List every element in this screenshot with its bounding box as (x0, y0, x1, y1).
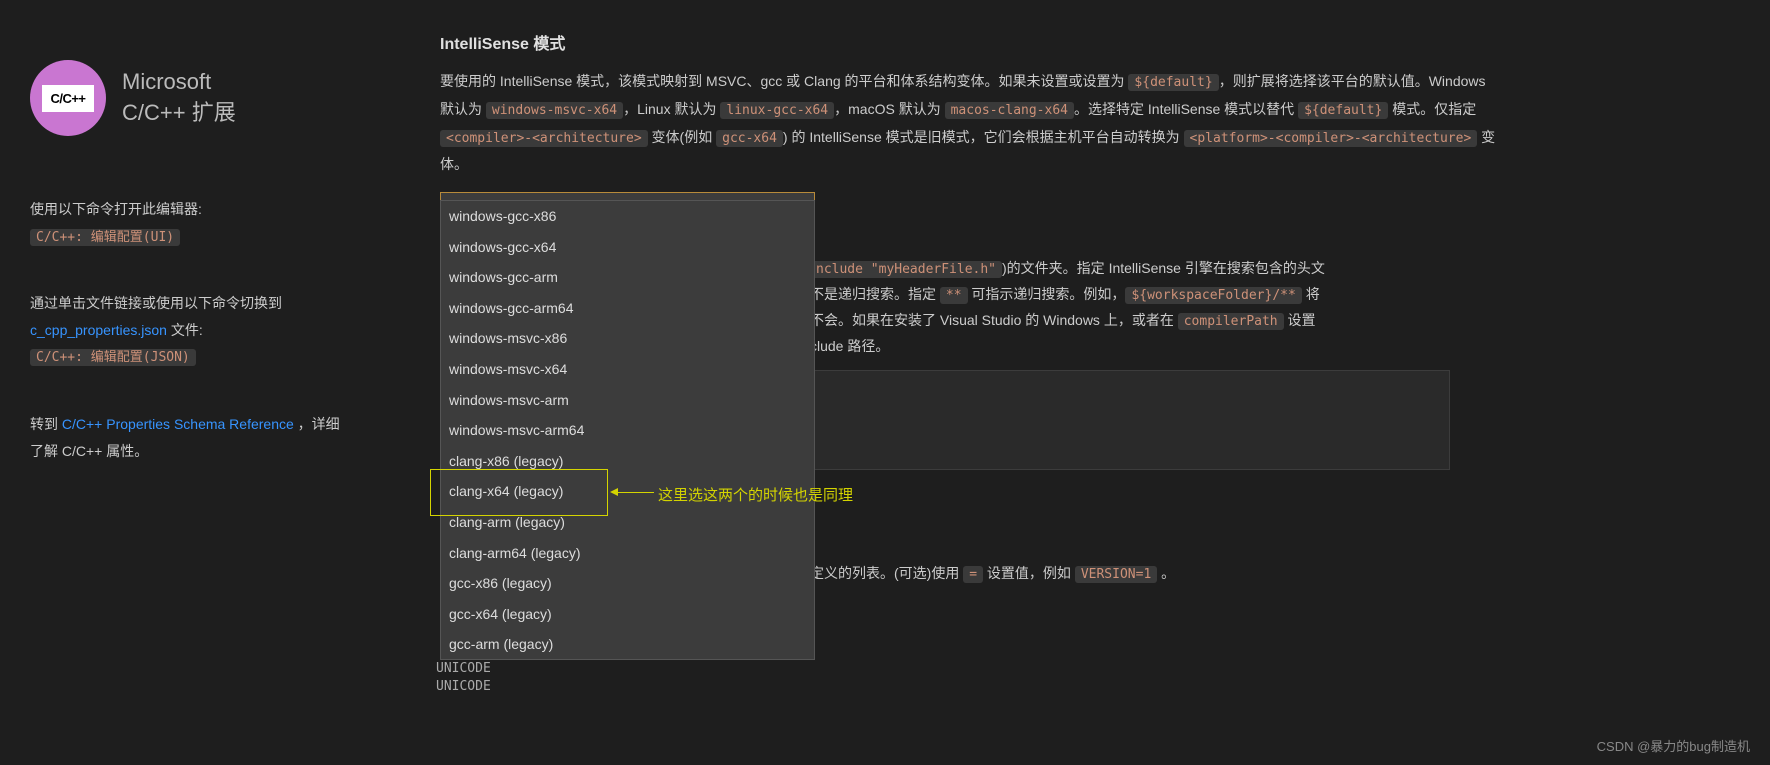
goto-suffix2: 了解 C/C++ 属性。 (30, 443, 148, 459)
watermark: CSDN @暴力的bug制造机 (1597, 736, 1750, 755)
main-pane: IntelliSense 模式 要使用的 IntelliSense 模式，该模式… (430, 0, 1770, 765)
dropdown-option[interactable]: gcc-x86 (legacy) (441, 568, 814, 599)
dropdown-option[interactable]: windows-gcc-arm64 (441, 293, 814, 324)
sidebar: C/C++ Microsoft C/C++ 扩展 使用以下命令打开此编辑器: C… (0, 0, 430, 765)
switch-label: 通过单击文件链接或使用以下命令切换到 (30, 295, 282, 311)
dropdown-option[interactable]: windows-gcc-x64 (441, 232, 814, 263)
annotation-arrow-line (618, 492, 654, 493)
goto-suffix1: ，详细 (298, 416, 340, 432)
json-file-link[interactable]: c_cpp_properties.json (30, 322, 167, 338)
dropdown-option[interactable]: gcc-arm (legacy) (441, 629, 814, 660)
dropdown-option[interactable]: windows-msvc-x64 (441, 354, 814, 385)
annotation-arrow-icon (610, 488, 618, 496)
open-json-command[interactable]: C/C++: 编辑配置(JSON) (30, 349, 196, 366)
dropdown-option[interactable]: clang-arm (legacy) (441, 507, 814, 538)
ext-publisher: Microsoft (122, 69, 236, 95)
open-editor-label: 使用以下命令打开此编辑器: (30, 196, 400, 223)
open-ui-command[interactable]: C/C++: 编辑配置(UI) (30, 229, 180, 246)
json-suffix: 文件: (171, 322, 203, 338)
goto-prefix: 转到 (30, 416, 62, 432)
include-desc-4: clude 路径。 (810, 333, 889, 360)
dropdown-option[interactable]: clang-arm64 (legacy) (441, 538, 814, 569)
dropdown-option[interactable]: windows-msvc-arm (441, 385, 814, 416)
include-desc-3: 不会。如果在安装了 Visual Studio 的 Windows 上，或者在 … (810, 307, 1316, 335)
extension-logo-block: C/C++ Microsoft C/C++ 扩展 (30, 60, 400, 136)
dropdown-option[interactable]: gcc-x64 (legacy) (441, 599, 814, 630)
defines-values: UNICODE UNICODE (436, 660, 491, 696)
ext-name: C/C++ 扩展 (122, 95, 236, 127)
include-desc-1: nclude "myHeaderFile.h")的文件夹。指定 IntelliS… (810, 255, 1325, 283)
cpp-logo-icon: C/C++ (30, 60, 106, 136)
dropdown-option[interactable]: windows-msvc-x86 (441, 323, 814, 354)
dropdown-option[interactable]: clang-x86 (legacy) (441, 446, 814, 477)
intellisense-mode-dropdown[interactable]: windows-gcc-x86windows-gcc-x64windows-gc… (440, 200, 815, 660)
dropdown-option[interactable]: windows-gcc-x86 (441, 201, 814, 232)
schema-link[interactable]: C/C++ Properties Schema Reference (62, 416, 294, 432)
setting-heading: IntelliSense 模式 (440, 30, 1730, 60)
setting-description: 要使用的 IntelliSense 模式，该模式映射到 MSVC、gcc 或 C… (440, 68, 1500, 178)
include-path-input[interactable] (810, 370, 1450, 470)
include-desc-2: 不是递归搜索。指定 ** 可指示递归搜索。例如，${workspaceFolde… (810, 281, 1320, 309)
annotation-text: 这里选这两个的时候也是同理 (658, 482, 853, 511)
dropdown-option[interactable]: windows-gcc-arm (441, 262, 814, 293)
defines-desc: 定义的列表。(可选)使用 = 设置值，例如 VERSION=1 。 (810, 560, 1175, 588)
dropdown-option[interactable]: windows-msvc-arm64 (441, 415, 814, 446)
